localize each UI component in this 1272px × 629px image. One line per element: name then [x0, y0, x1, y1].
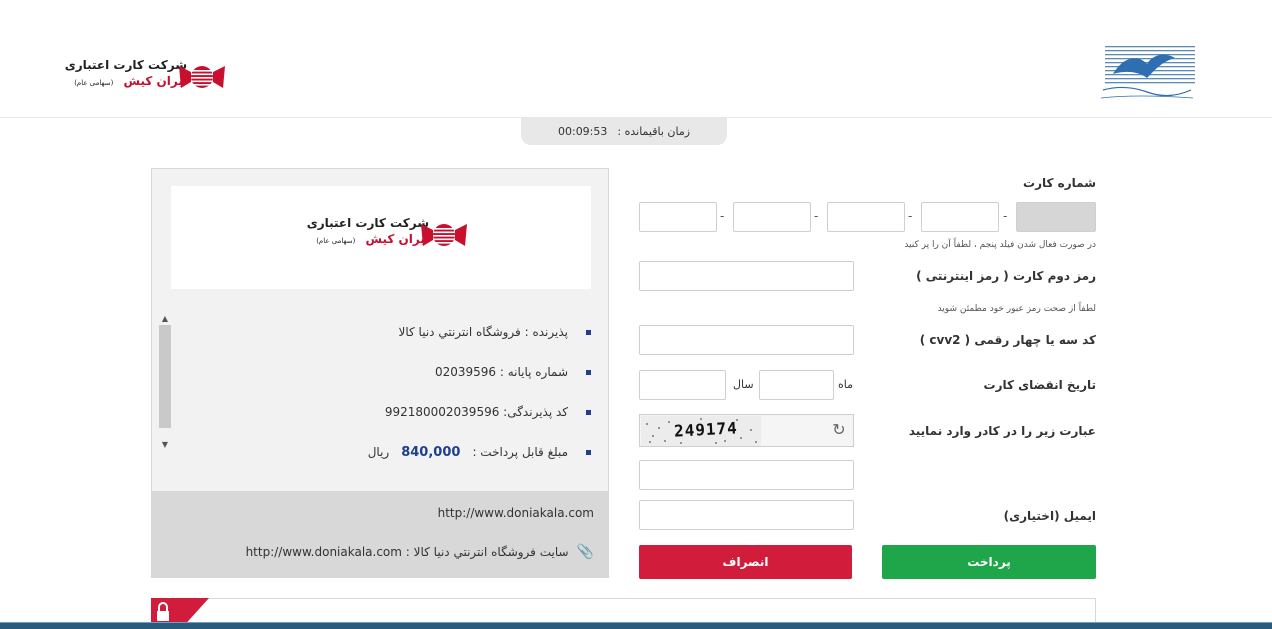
- cancel-button[interactable]: انصراف: [639, 545, 852, 579]
- amount-unit: ریال: [367, 445, 390, 459]
- merchant-logo-box: شرکت کارت اعتباری ایران کیش (سهامی عام): [171, 186, 591, 289]
- merchant-info-list: پذیرنده : فروشگاه انترنتي دنيا کالا شمار…: [368, 312, 591, 472]
- bullet-icon: [586, 409, 591, 415]
- cvv2-label: کد سه یا چهار رقمی ( cvv2 ): [919, 333, 1096, 347]
- pin2-hint: لطفاً از صحت رمز عبور خود مطمئن شوید: [937, 304, 1096, 314]
- bullet-icon: [586, 369, 591, 375]
- captcha-label: عبارت زیر را در کادر وارد نمایید: [908, 424, 1096, 438]
- captcha-field[interactable]: [639, 460, 854, 490]
- month-label: ماه: [838, 378, 854, 391]
- merchant-code: کد پذیرندگی: 992180002039596: [384, 405, 568, 419]
- list-item: پذیرنده : فروشگاه انترنتي دنيا کالا: [368, 312, 591, 352]
- paperclip-icon: 📎: [576, 544, 594, 560]
- captcha-text: 249174: [673, 418, 739, 441]
- pin2-field[interactable]: [639, 261, 854, 291]
- site-url[interactable]: http://www.doniakala.com: [438, 506, 594, 520]
- captcha-image: 249174: [641, 416, 761, 446]
- os-taskbar: [0, 622, 1272, 629]
- card-number-field-1[interactable]: [639, 202, 717, 232]
- bullet-icon: [586, 449, 591, 455]
- card-number-field-4[interactable]: [921, 202, 999, 232]
- info-scrollbar[interactable]: ▲ ▼: [158, 312, 172, 452]
- brand-tag: (سهامی عام): [74, 79, 114, 87]
- list-item: شماره پایانه : 02039596: [368, 352, 591, 392]
- brand-tag-small: (سهامی عام): [316, 237, 356, 245]
- pin2-label: رمز دوم کارت ( رمز اینترنتی ): [916, 269, 1096, 283]
- year-label: سال: [733, 378, 754, 391]
- dash-separator: -: [720, 209, 725, 223]
- dash-separator: -: [814, 209, 819, 223]
- email-label: ایمیل (اختیاری): [1003, 509, 1096, 523]
- dash-separator: -: [1003, 209, 1008, 223]
- card-number-field-5[interactable]: [1016, 202, 1096, 232]
- card-number-hint: در صورت فعال شدن فیلد پنجم ، لطفاً آن را…: [904, 240, 1096, 250]
- timer-label: زمان باقیمانده :: [617, 124, 691, 138]
- merchant-panel: شرکت کارت اعتباری ایران کیش (سهامی عام) …: [151, 168, 609, 578]
- captcha-box: 249174 ↻: [639, 414, 854, 447]
- refresh-icon[interactable]: ↻: [830, 421, 848, 439]
- site-line-text: سایت فروشگاه انترنتي دنيا کالا : http://…: [245, 545, 569, 559]
- dash-separator: -: [908, 209, 913, 223]
- scroll-thumb[interactable]: [159, 325, 171, 428]
- site-line[interactable]: 📎 سایت فروشگاه انترنتي دنيا کالا : http:…: [246, 544, 594, 560]
- header-bar: شرکت کارت اعتباری ایران کیش (سهامی عام): [0, 0, 1272, 118]
- expiry-year-field[interactable]: [639, 370, 726, 400]
- scroll-down-icon[interactable]: ▼: [158, 438, 172, 452]
- card-number-field-2[interactable]: [733, 202, 811, 232]
- amount-label: مبلغ قابل پرداخت :: [472, 445, 568, 459]
- terminal-number: شماره پایانه : 02039596: [434, 365, 568, 379]
- expiry-month-field[interactable]: [759, 370, 834, 400]
- merchant-footer: http://www.doniakala.com 📎 سایت فروشگاه …: [152, 491, 608, 578]
- email-field[interactable]: [639, 500, 854, 530]
- bullet-icon: [586, 329, 591, 335]
- list-item: کد پذیرندگی: 992180002039596: [368, 392, 591, 432]
- pay-button[interactable]: پرداخت: [882, 545, 1096, 579]
- cvv2-field[interactable]: [639, 325, 854, 355]
- irankish-logo: شرکت کارت اعتباری ایران کیش (سهامی عام): [52, 58, 227, 98]
- shaparak-logo: [1100, 46, 1195, 99]
- expiry-label: تاریخ انقضای کارت: [983, 378, 1096, 392]
- irankish-emblem-icon: [179, 66, 225, 88]
- amount-value: 840,000: [401, 444, 461, 460]
- scroll-up-icon[interactable]: ▲: [158, 312, 172, 326]
- merchant-name: پذیرنده : فروشگاه انترنتي دنيا کالا: [398, 325, 568, 339]
- card-number-field-3[interactable]: [827, 202, 905, 232]
- card-number-label: شماره کارت: [1023, 176, 1096, 190]
- merchant-info-area: ▲ ▼ پذیرنده : فروشگاه انترنتي دنيا کالا …: [158, 312, 603, 460]
- irankish-logo-small: شرکت کارت اعتباری ایران کیش (سهامی عام): [294, 216, 469, 256]
- timer-value: 00:09:53: [557, 124, 608, 138]
- brand-title-small: شرکت کارت اعتباری: [306, 216, 429, 230]
- list-item: مبلغ قابل پرداخت : 840,000 ریال: [368, 432, 591, 472]
- brand-title: شرکت کارت اعتباری: [64, 58, 187, 72]
- timer-tab: زمان باقیمانده : 00:09:53: [521, 117, 727, 145]
- irankish-emblem-small-icon: [421, 224, 467, 246]
